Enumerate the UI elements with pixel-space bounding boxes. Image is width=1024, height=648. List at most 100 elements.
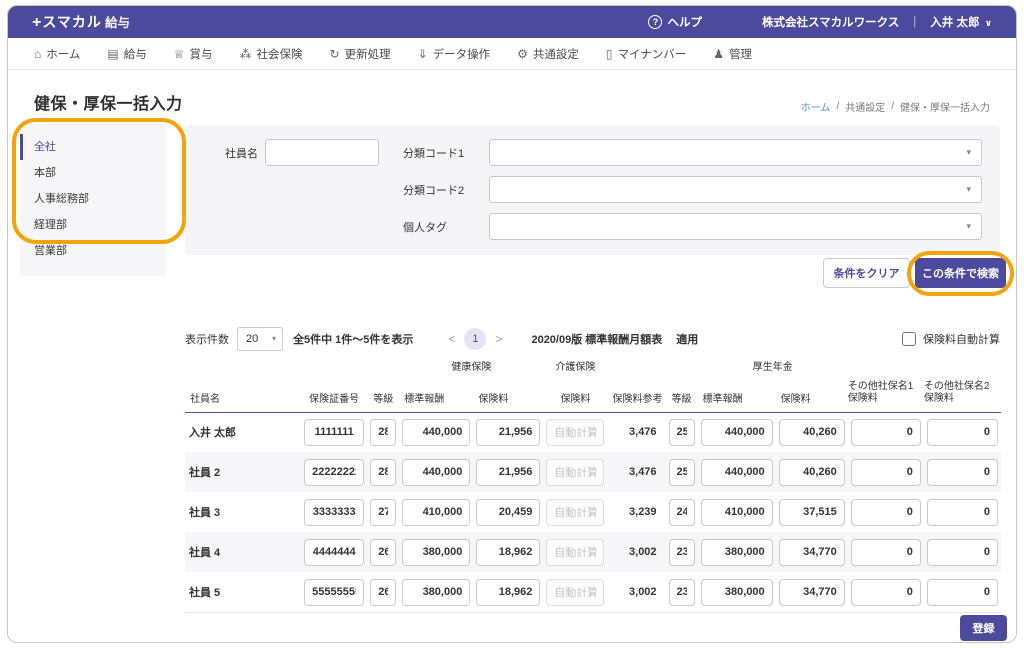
kosei-premium-input[interactable]	[778, 578, 845, 606]
sidebar-item-2[interactable]: 人事総務部	[20, 186, 166, 212]
other1-premium-input[interactable]	[850, 578, 921, 606]
chevron-down-icon: ▾	[966, 221, 971, 231]
nav-item-home[interactable]: ⌂ ホーム	[34, 46, 80, 62]
kenpo-grade-input[interactable]	[370, 538, 397, 566]
next-page-button[interactable]: >	[486, 332, 511, 346]
kosei-grade-input[interactable]	[668, 498, 695, 526]
nav-item-bonus[interactable]: ♕ 賞与	[174, 46, 213, 62]
kenpo-monthly-input[interactable]	[402, 538, 471, 566]
nav-item-label: 賞与	[189, 48, 213, 61]
breadcrumb-home-link[interactable]: ホーム	[801, 99, 831, 114]
other1-premium-input[interactable]	[850, 418, 921, 446]
kosei-grade-input[interactable]	[668, 458, 695, 486]
apply-link[interactable]: 適用	[676, 331, 698, 347]
list-controls: 表示件数 20 ▾ 全5件中 1件〜5件を表示 < 1 > 2020/09版 標…	[185, 326, 1000, 352]
kenpo-monthly-input[interactable]	[402, 458, 471, 486]
category-code-1-select[interactable]: ▾	[489, 139, 982, 166]
table-header: 健康保険 介護保険 厚生年金 社員名 保険証番号 等級 標準報酬 保険料 保険料…	[185, 356, 1001, 413]
other2-premium-input[interactable]	[926, 538, 998, 566]
cert-no-input[interactable]	[304, 578, 365, 606]
premium-ref-value: 3,476	[629, 426, 657, 439]
cert-no-input[interactable]	[304, 418, 365, 446]
kosei-premium-input-cell	[776, 412, 848, 452]
kenpo-grade-input[interactable]	[370, 498, 397, 526]
nav-item-label: 社会保険	[256, 48, 303, 61]
kenpo-grade-input[interactable]	[370, 418, 397, 446]
kenpo-premium-input[interactable]	[476, 538, 541, 566]
kenpo-monthly-input-cell	[399, 532, 473, 572]
kenpo-premium-input[interactable]	[476, 418, 541, 446]
other1-premium-input[interactable]	[850, 498, 921, 526]
nav-item-my-number[interactable]: ▯ マイナンバー	[606, 46, 686, 62]
nav-item-data-operations[interactable]: ⇓ データ操作	[418, 46, 491, 62]
col-header-premium: 保険料	[473, 374, 544, 413]
other2-premium-input[interactable]	[926, 578, 998, 606]
kosei-monthly-input[interactable]	[700, 538, 773, 566]
kenpo-premium-input[interactable]	[476, 458, 541, 486]
cert-no-input[interactable]	[304, 458, 365, 486]
kosei-premium-input[interactable]	[778, 498, 845, 526]
clear-conditions-button[interactable]: 条件をクリア	[823, 258, 910, 288]
kenpo-grade-input-cell	[367, 572, 399, 612]
person-icon: ♟	[713, 46, 725, 61]
kosei-monthly-input[interactable]	[700, 498, 773, 526]
kosei-grade-input[interactable]	[668, 538, 695, 566]
prev-page-button[interactable]: <	[439, 332, 464, 346]
auto-calc-checkbox[interactable]	[902, 332, 916, 346]
kosei-grade-input[interactable]	[668, 418, 695, 446]
employee-name-label: 社員名	[225, 147, 258, 160]
kosei-premium-input[interactable]	[778, 418, 845, 446]
kosei-monthly-input[interactable]	[700, 418, 773, 446]
category-code-1-label: 分類コード1	[403, 147, 465, 160]
people-icon: ⁂	[239, 46, 252, 61]
nav-item-social-insurance[interactable]: ⁂ 社会保険	[240, 46, 303, 62]
personal-tag-select[interactable]: ▾	[489, 213, 982, 240]
sidebar-item-1[interactable]: 本部	[20, 160, 166, 186]
kenpo-monthly-input[interactable]	[402, 498, 471, 526]
other2-premium-input[interactable]	[926, 498, 998, 526]
kenpo-monthly-input[interactable]	[402, 418, 471, 446]
kosei-premium-input[interactable]	[778, 538, 845, 566]
group-header-health-insurance: 健康保険	[451, 362, 492, 373]
other1-premium-input[interactable]	[850, 458, 921, 486]
kosei-premium-input[interactable]	[778, 458, 845, 486]
spacer	[848, 356, 1001, 374]
kosei-monthly-input[interactable]	[700, 578, 773, 606]
search-with-conditions-button[interactable]: この条件で検索	[915, 258, 1006, 288]
page-size-select[interactable]: 20 ▾	[237, 327, 283, 351]
user-menu[interactable]: 入井 太郎 ∨	[930, 14, 992, 30]
register-button[interactable]: 登録	[960, 615, 1007, 641]
gear-icon: ⚙	[517, 46, 528, 61]
help-menu[interactable]: ? ヘルプ	[648, 14, 702, 30]
kenpo-premium-input[interactable]	[476, 498, 541, 526]
kenpo-premium-input[interactable]	[476, 578, 541, 606]
kenpo-grade-input[interactable]	[370, 578, 397, 606]
kosei-grade-input[interactable]	[668, 578, 695, 606]
kaigo-premium-input	[546, 418, 605, 446]
employee-name-input[interactable]	[265, 139, 379, 166]
nav-item-common-settings[interactable]: ⚙ 共通設定	[517, 46, 579, 62]
help-label: ヘルプ	[667, 17, 702, 29]
kosei-monthly-input-cell	[698, 412, 776, 452]
other2-premium-input[interactable]	[926, 458, 998, 486]
other2-premium-input[interactable]	[926, 418, 998, 446]
category-code-2-select[interactable]: ▾	[489, 176, 982, 203]
col-header-grade-2: 等級	[665, 374, 698, 413]
nav-item-admin[interactable]: ♟ 管理	[713, 46, 752, 62]
nav-item-update-process[interactable]: ↻ 更新処理	[330, 46, 391, 62]
sidebar-item-0[interactable]: 全社	[20, 134, 166, 160]
other1-premium-input[interactable]	[850, 538, 921, 566]
cert-no-input[interactable]	[304, 538, 365, 566]
kenpo-grade-input[interactable]	[370, 458, 397, 486]
col-header-monthly: 標準報酬	[399, 374, 474, 413]
cert-no-input[interactable]	[304, 498, 365, 526]
sidebar-item-3[interactable]: 経理部	[20, 212, 166, 238]
cert-no-input-cell	[301, 412, 367, 452]
help-icon: ?	[648, 15, 663, 29]
kenpo-monthly-input[interactable]	[402, 578, 471, 606]
nav-item-salary[interactable]: ▤ 給与	[107, 46, 146, 62]
current-page-button[interactable]: 1	[464, 328, 487, 350]
kosei-monthly-input-cell	[698, 492, 776, 532]
sidebar-item-4[interactable]: 営業部	[20, 238, 166, 264]
kosei-monthly-input[interactable]	[700, 458, 773, 486]
